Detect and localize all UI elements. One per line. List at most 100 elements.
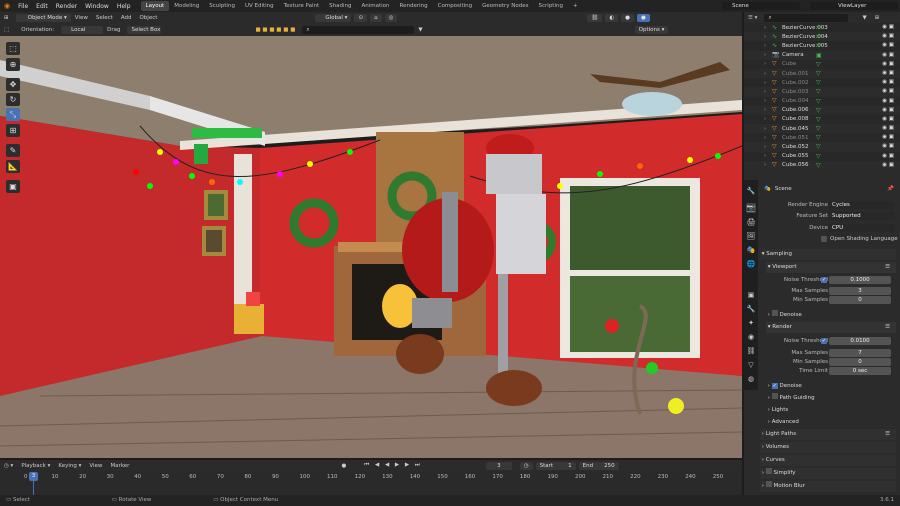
move-tool[interactable]: ✥ <box>6 78 20 91</box>
viewlayer-selector[interactable]: ViewLayer <box>810 2 898 10</box>
measure-tool[interactable]: 📐 <box>6 160 20 173</box>
visibility-toggle-icon[interactable]: ◉ ▣ <box>882 153 894 159</box>
outliner-item[interactable]: › ∿ BezierCurve.004 ⟲ ◉ ▣ <box>744 32 900 42</box>
object-tab-icon[interactable]: ▣ <box>746 290 756 300</box>
material-tab-icon[interactable]: ◍ <box>746 374 756 384</box>
select-box-tool[interactable]: ⬚ <box>6 42 20 55</box>
visibility-toggle-icon[interactable]: ◉ ▣ <box>882 143 894 149</box>
outliner-item[interactable]: › ▽ Cube.045 ▽ ◉ ▣ <box>744 124 900 134</box>
annotate-tool[interactable]: ✎ <box>6 144 20 157</box>
simplify-panel-header[interactable]: › Simplify <box>760 468 896 479</box>
pivot-icon[interactable]: ⊙ <box>354 14 368 22</box>
layer-color-icons[interactable]: ■ ■ ■ ■ ■ ■ <box>251 27 299 33</box>
visibility-toggle-icon[interactable]: ◉ ▣ <box>882 88 894 94</box>
render-denoise-checkbox[interactable]: ✓ <box>771 383 778 389</box>
menu-edit[interactable]: Edit <box>32 3 52 10</box>
shading-rendered-icon[interactable]: ● <box>636 14 650 22</box>
outliner-item[interactable]: › 📷 Camera ▣ ◉ ▣ <box>744 50 900 60</box>
tab-compositing[interactable]: Compositing <box>433 1 477 11</box>
viewport-gizmo-icon[interactable]: ⛓ <box>587 14 603 22</box>
playback-menu[interactable]: Playback ▾ <box>17 463 54 469</box>
outliner-item[interactable]: › ∿ BezierCurve.005 ⟲ ◉ ▣ <box>744 41 900 50</box>
start-frame-field[interactable]: Start 1 <box>535 461 576 470</box>
mode-dropdown[interactable]: Object Mode ▾ <box>15 14 71 22</box>
outliner-item[interactable]: › ▽ Cube.004 ▽ ◉ ▣ <box>744 97 900 106</box>
add-cube-tool[interactable]: ▣ <box>6 180 20 193</box>
tab-uv-editing[interactable]: UV Editing <box>240 1 279 11</box>
tool-tab-icon[interactable]: 🔧 <box>746 186 756 196</box>
visibility-toggle-icon[interactable]: ◉ ▣ <box>882 125 894 131</box>
world-tab-icon[interactable]: 🌐 <box>746 259 756 269</box>
menu-help[interactable]: Help <box>113 3 135 10</box>
lights-header[interactable]: › Lights <box>766 405 896 416</box>
object-data-icon[interactable]: ▣ <box>816 52 822 59</box>
shading-solid-icon[interactable]: ● <box>621 14 634 22</box>
record-button[interactable]: ● <box>337 463 350 469</box>
motion-blur-panel-header[interactable]: › Motion Blur <box>760 481 896 492</box>
viewport-subpanel-header[interactable]: ▾ Viewport ☰ <box>766 262 896 273</box>
render-subpanel-header[interactable]: ▾ Render ☰ <box>766 322 896 333</box>
scale-tool[interactable]: ⤡ <box>6 108 20 121</box>
object-data-icon[interactable]: ▽ <box>816 153 821 160</box>
feature-set-dropdown[interactable]: Supported <box>828 212 895 220</box>
expand-arrow-icon[interactable]: › <box>764 71 766 77</box>
editor-type-icon[interactable]: ⊞ <box>0 15 13 21</box>
outliner-item[interactable]: › ▽ Cube.056 ▽ ◉ ▣ <box>744 160 900 170</box>
light-paths-presets-icon[interactable]: ☰ <box>885 429 890 440</box>
osl-checkbox[interactable] <box>821 236 827 242</box>
visibility-toggle-icon[interactable]: ◉ ▣ <box>882 52 894 58</box>
outliner-editor-icon[interactable]: ☰ ▾ <box>744 15 761 21</box>
simplify-checkbox[interactable] <box>765 468 772 474</box>
motion-blur-checkbox[interactable] <box>765 481 772 487</box>
object-data-icon[interactable]: ▽ <box>816 143 821 150</box>
advanced-header[interactable]: › Advanced <box>766 417 896 428</box>
drag-dropdown[interactable]: Select Box <box>127 26 162 34</box>
render-noise-checkbox[interactable]: ✓ <box>821 338 827 344</box>
outliner-item[interactable]: › ▽ Cube ▽ ◉ ▣ <box>744 60 900 69</box>
filter-icon[interactable]: ▼ <box>414 27 426 33</box>
timeline-view-menu[interactable]: View <box>85 463 106 469</box>
outliner-item[interactable]: › ▽ Cube.002 ▽ ◉ ▣ <box>744 78 900 87</box>
tab-animation[interactable]: Animation <box>356 1 394 11</box>
marker-menu[interactable]: Marker <box>106 463 133 469</box>
object-data-icon[interactable]: ⟲ <box>816 24 821 31</box>
preview-range-icon[interactable]: ◷ <box>519 461 533 470</box>
rotate-tool[interactable]: ↻ <box>6 93 20 106</box>
object-data-icon[interactable]: ▽ <box>816 98 821 105</box>
object-data-icon[interactable]: ▽ <box>816 61 821 68</box>
expand-arrow-icon[interactable]: › <box>764 43 766 49</box>
sampling-panel-header[interactable]: ▾ Sampling <box>760 249 896 260</box>
proportional-edit-icon[interactable]: ◎ <box>384 14 398 22</box>
pin-icon[interactable]: 📌 <box>883 186 898 192</box>
outliner-search-input[interactable]: ⌕ <box>764 13 849 22</box>
expand-arrow-icon[interactable]: › <box>764 89 766 95</box>
select-menu[interactable]: Select <box>92 15 117 21</box>
data-tab-icon[interactable]: ▽ <box>746 360 756 370</box>
particles-tab-icon[interactable]: ✦ <box>746 318 756 328</box>
outliner-item[interactable]: › ▽ Cube.008 ▽ ◉ ▣ <box>744 115 900 124</box>
visibility-toggle-icon[interactable]: ◉ ▣ <box>882 116 894 122</box>
curves-panel-header[interactable]: › Curves <box>760 455 896 466</box>
end-frame-field[interactable]: End 250 <box>578 461 619 470</box>
visibility-toggle-icon[interactable]: ◉ ▣ <box>882 107 894 113</box>
tab-scripting[interactable]: Scripting <box>534 1 568 11</box>
render-engine-dropdown[interactable]: Cycles <box>828 201 895 209</box>
transform-orientation-dropdown[interactable]: Global ▾ <box>315 14 352 22</box>
viewport-noise-field[interactable]: 0.1000 <box>829 276 891 284</box>
viewport-presets-icon[interactable]: ☰ <box>885 262 890 273</box>
expand-arrow-icon[interactable]: › <box>764 107 766 113</box>
render-presets-icon[interactable]: ☰ <box>885 322 890 333</box>
light-paths-panel-header[interactable]: › Light Paths ☰ <box>760 429 896 440</box>
render-noise-field[interactable]: 0.0100 <box>829 337 891 345</box>
volumes-panel-header[interactable]: › Volumes <box>760 442 896 453</box>
object-menu[interactable]: Object <box>135 15 161 21</box>
playhead[interactable]: 3 <box>29 472 38 481</box>
render-min-field[interactable]: 0 <box>829 358 891 366</box>
render-tab-icon[interactable]: 📷 <box>746 203 756 213</box>
visibility-toggle-icon[interactable]: ◉ ▣ <box>882 162 894 168</box>
add-menu[interactable]: Add <box>117 15 136 21</box>
visibility-toggle-icon[interactable]: ◉ ▣ <box>882 134 894 140</box>
visibility-toggle-icon[interactable]: ◉ ▣ <box>882 79 894 85</box>
object-data-icon[interactable]: ▽ <box>816 134 821 141</box>
visibility-toggle-icon[interactable]: ◉ ▣ <box>882 98 894 104</box>
